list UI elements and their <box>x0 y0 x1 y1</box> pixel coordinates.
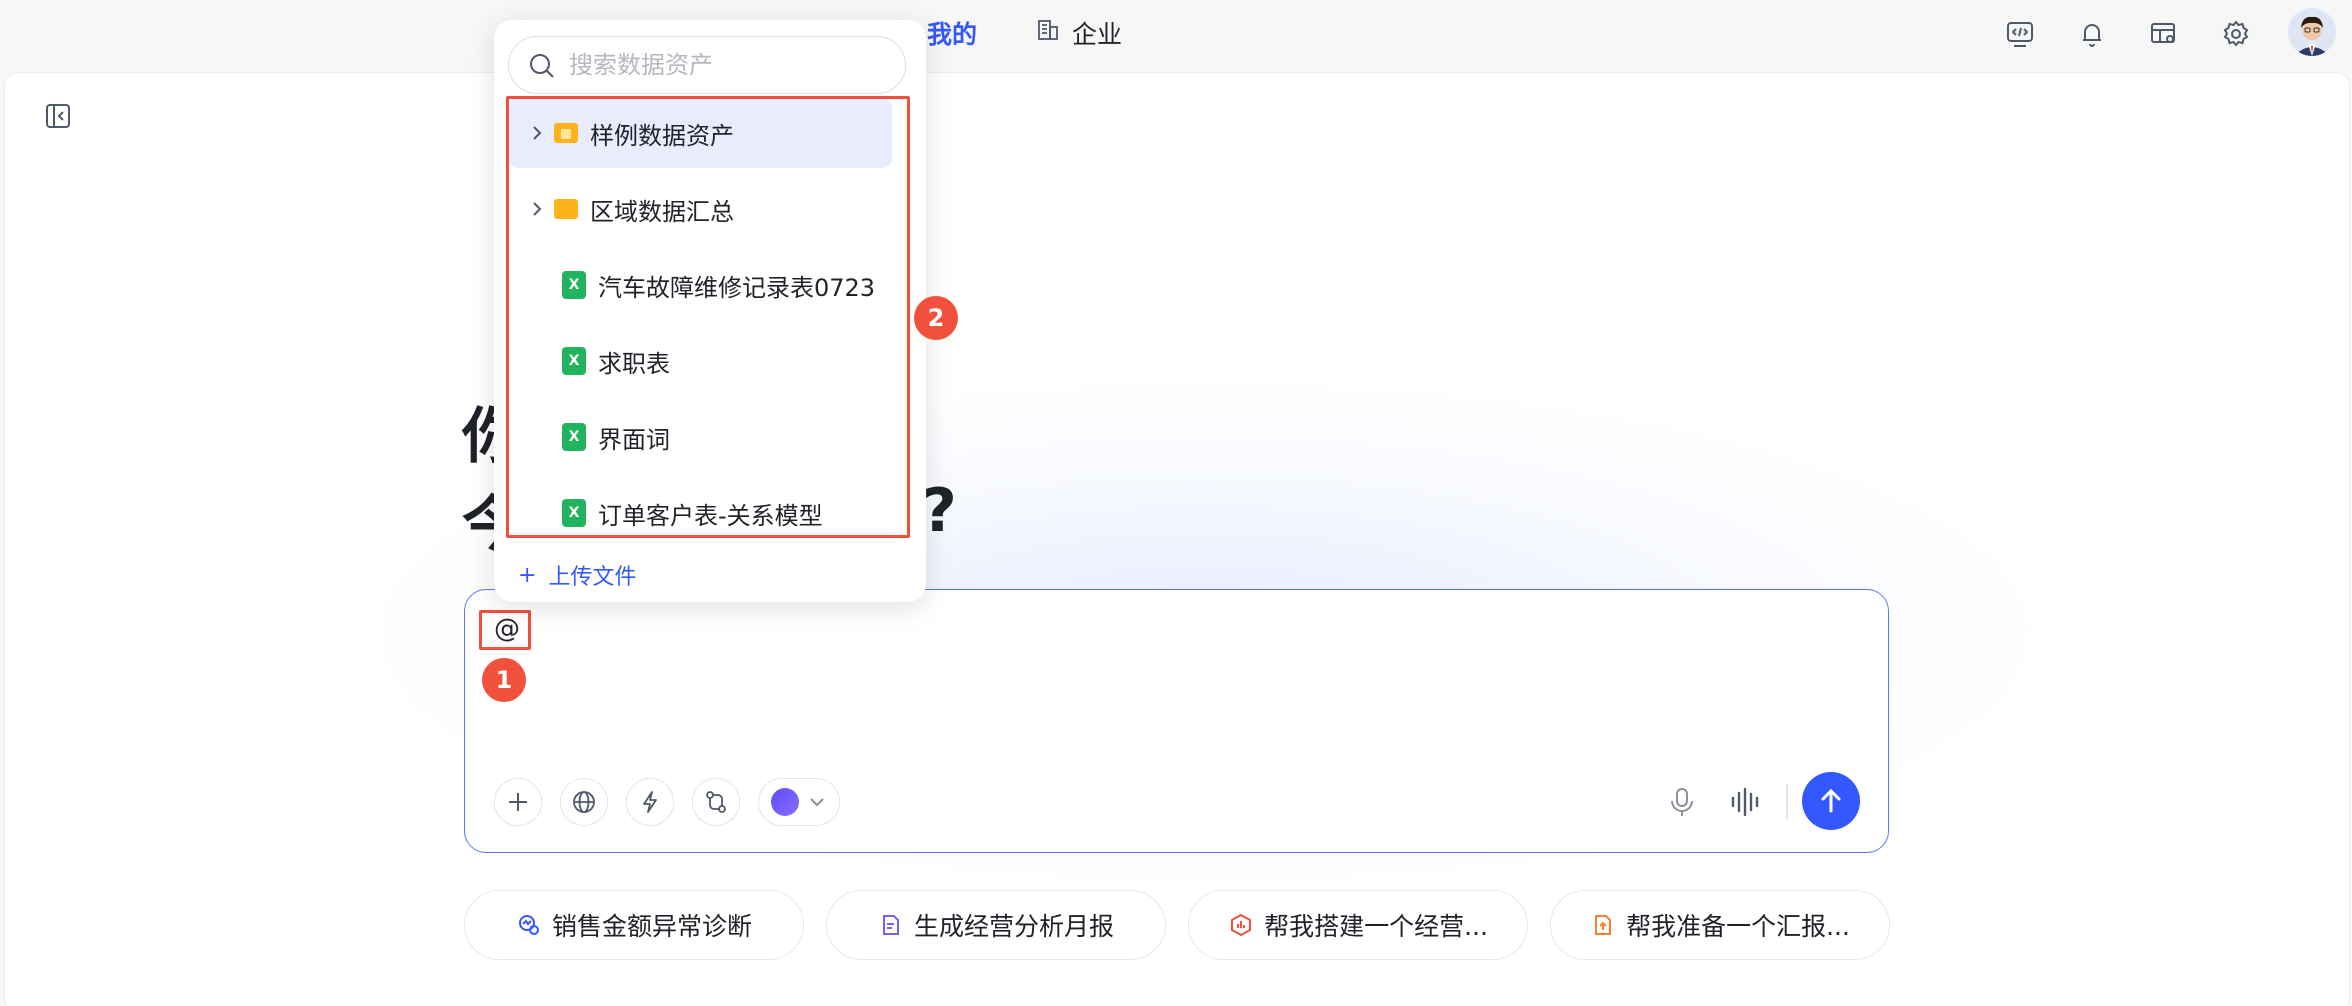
sidebar-toggle-icon[interactable] <box>44 102 72 130</box>
building-icon <box>1036 18 1060 48</box>
greeting-line-2-end: ? <box>922 476 957 546</box>
annotation-box-1 <box>479 610 531 650</box>
diagnosis-icon <box>516 912 542 938</box>
annotation-badge-1: 1 <box>482 658 526 702</box>
model-icon <box>771 788 799 816</box>
workflow-button[interactable] <box>692 778 740 826</box>
suggestion-chip[interactable]: 帮我准备一个汇报... <box>1550 890 1890 960</box>
code-panel-icon[interactable] <box>1996 10 2044 58</box>
suggestion-label: 帮我准备一个汇报... <box>1626 912 1850 941</box>
suggestion-chip[interactable]: 生成经营分析月报 <box>826 890 1166 960</box>
arrow-up-icon <box>1821 788 1841 813</box>
tab-mine-label: 我的 <box>927 20 978 49</box>
search-input[interactable] <box>569 51 889 79</box>
user-avatar[interactable] <box>2288 8 2336 56</box>
search-icon <box>527 51 557 81</box>
suggestion-chip[interactable]: 帮我搭建一个经营... <box>1188 890 1528 960</box>
gear-icon[interactable] <box>2212 10 2260 58</box>
plus-button[interactable] <box>494 778 542 826</box>
suggestion-label: 帮我搭建一个经营... <box>1264 912 1488 941</box>
lightning-button[interactable] <box>626 778 674 826</box>
bell-icon[interactable] <box>2068 10 2116 58</box>
suggestion-label: 生成经营分析月报 <box>913 912 1114 941</box>
microphone-icon[interactable] <box>1664 784 1700 820</box>
chevron-down-icon <box>810 798 824 807</box>
suggestion-chip[interactable]: 销售金额异常诊断 <box>464 890 804 960</box>
toolbar-divider <box>1786 784 1788 820</box>
tab-enterprise[interactable]: 企业 <box>1036 15 1122 51</box>
suggestion-label: 销售金额异常诊断 <box>551 912 752 941</box>
send-button[interactable] <box>1802 772 1860 830</box>
model-selector[interactable] <box>758 778 840 826</box>
tab-enterprise-label: 企业 <box>1072 20 1123 49</box>
plus-icon: + <box>518 562 537 588</box>
search-field[interactable] <box>508 36 906 94</box>
upload-doc-icon <box>1590 912 1616 938</box>
annotation-badge-2: 2 <box>914 296 958 340</box>
upload-file-link[interactable]: + 上传文件 <box>518 556 636 594</box>
report-icon <box>878 912 904 938</box>
upload-file-label: 上传文件 <box>548 565 637 590</box>
main-panel <box>4 72 2350 1006</box>
top-bar: 我的 企业 <box>0 0 2352 70</box>
globe-button[interactable] <box>560 778 608 826</box>
data-settings-icon[interactable] <box>2140 10 2188 58</box>
voice-wave-icon[interactable] <box>1728 784 1764 820</box>
annotation-box-2 <box>506 96 910 538</box>
dashboard-icon <box>1228 912 1254 938</box>
